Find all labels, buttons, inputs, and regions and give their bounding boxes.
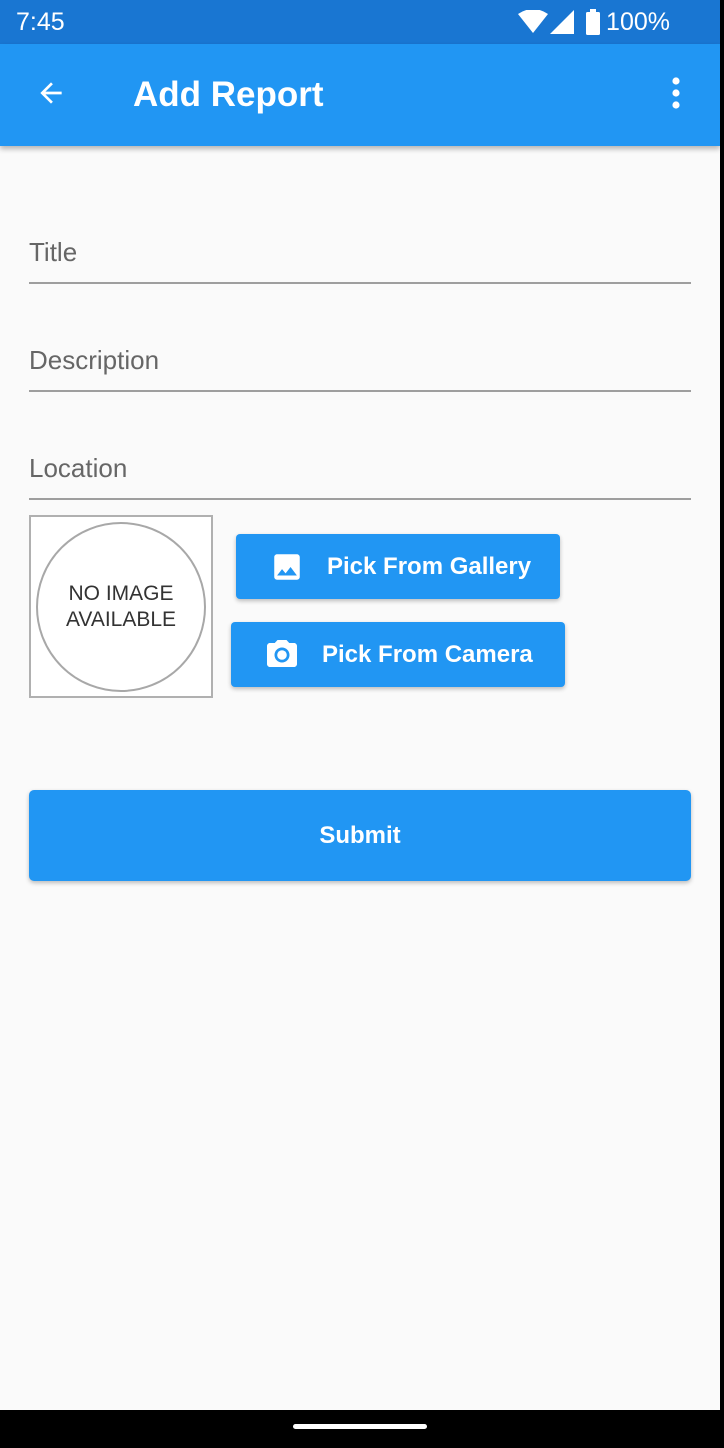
title-input[interactable] <box>29 224 691 280</box>
gallery-button-label: Pick From Gallery <box>327 552 532 580</box>
wifi-icon <box>518 10 549 34</box>
title-field <box>29 224 691 284</box>
pick-from-gallery-button[interactable]: Pick From Gallery <box>236 534 560 599</box>
submit-button[interactable]: Submit <box>29 790 691 881</box>
no-image-line-1: NO IMAGE <box>68 582 174 605</box>
no-image-placeholder: NO IMAGE AVAILABLE <box>36 522 206 692</box>
location-input[interactable] <box>29 440 691 496</box>
home-indicator[interactable] <box>293 1424 427 1429</box>
status-icons: 100% <box>518 6 670 38</box>
app-bar: Add Report <box>0 44 720 146</box>
battery-icon <box>586 9 601 35</box>
image-icon <box>269 549 305 585</box>
more-options-button[interactable] <box>652 71 700 119</box>
no-image-line-2: AVAILABLE <box>65 608 177 631</box>
status-time: 7:45 <box>16 8 65 36</box>
status-bar: 7:45 100% <box>0 0 720 44</box>
no-image-text: NO IMAGE AVAILABLE <box>66 581 176 633</box>
more-vert-icon <box>671 76 681 114</box>
description-input[interactable] <box>29 332 691 388</box>
battery-percent: 100% <box>606 8 670 36</box>
screen: 7:45 100% Add Report Title Description L… <box>0 0 720 1448</box>
location-field <box>29 440 691 500</box>
page-title: Add Report <box>133 75 324 114</box>
back-button[interactable] <box>24 71 78 119</box>
camera-button-label: Pick From Camera <box>322 640 533 668</box>
pick-from-camera-button[interactable]: Pick From Camera <box>231 622 565 687</box>
description-field <box>29 332 691 392</box>
camera-icon <box>264 637 300 673</box>
arrow-back-icon <box>35 77 67 114</box>
cell-signal-icon <box>550 10 575 34</box>
navigation-bar <box>0 1410 720 1448</box>
image-preview: NO IMAGE AVAILABLE <box>29 515 213 698</box>
